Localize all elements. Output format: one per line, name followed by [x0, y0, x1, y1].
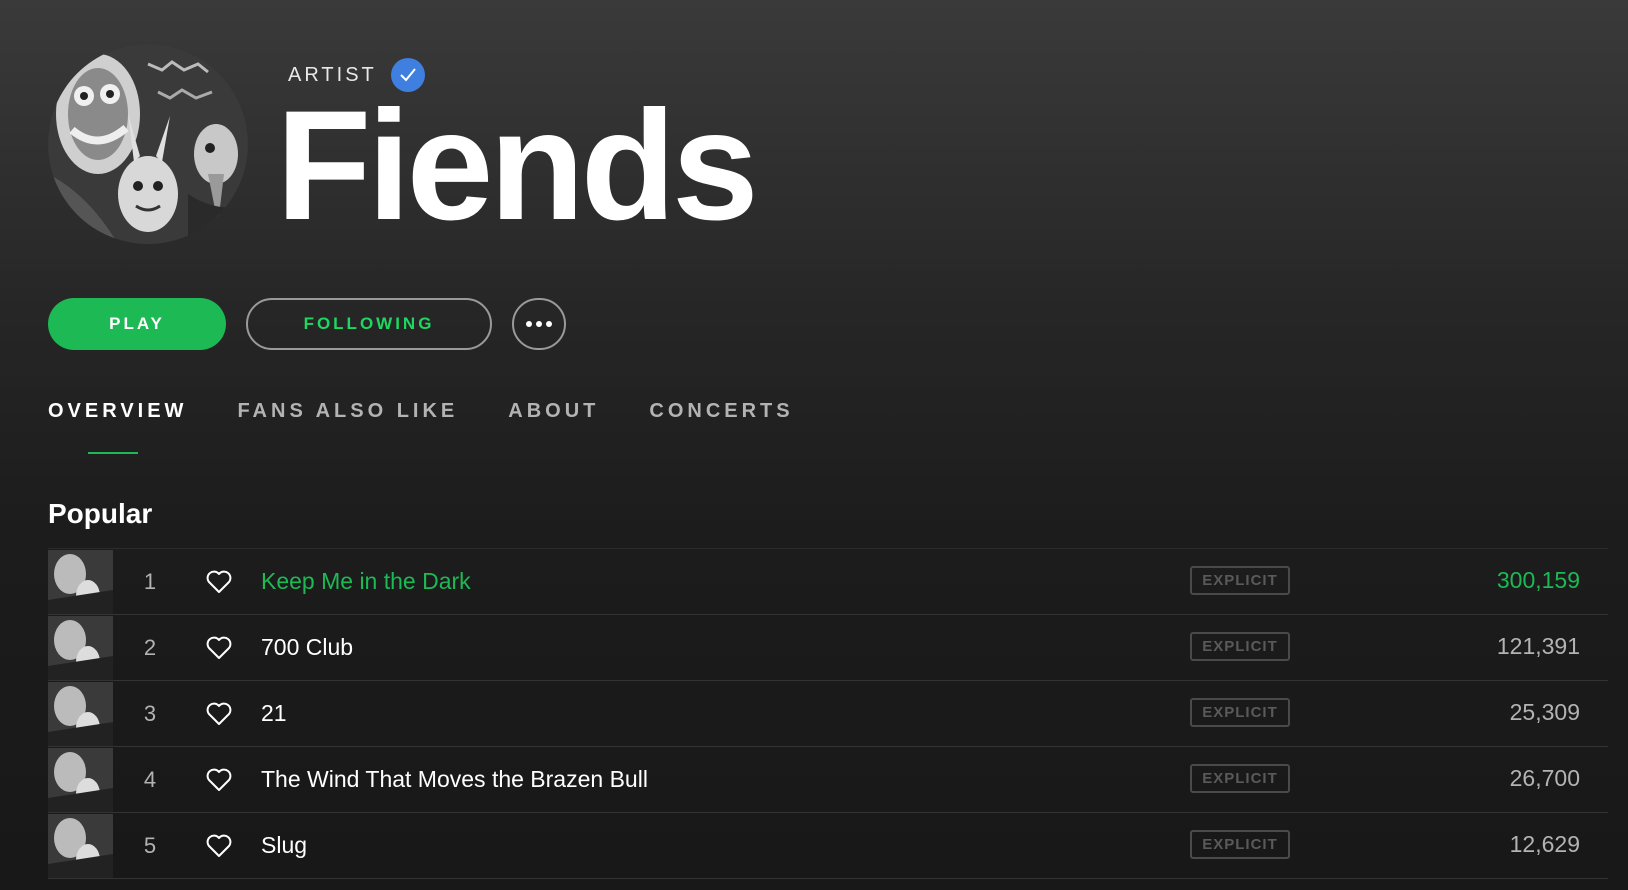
track-title[interactable]: 21	[261, 700, 1181, 727]
more-options-button[interactable]	[512, 298, 566, 350]
play-count: 121,391	[1496, 633, 1580, 659]
play-button[interactable]: PLAY	[48, 298, 226, 350]
explicit-badge: EXPLICIT	[1190, 764, 1290, 793]
album-art	[48, 813, 113, 878]
tab-overview[interactable]: OVERVIEW	[48, 400, 187, 454]
explicit-badge: EXPLICIT	[1190, 830, 1290, 859]
track-row[interactable]: 2 700 Club EXPLICIT 121,391	[48, 615, 1608, 681]
play-count: 26,700	[1509, 765, 1580, 791]
like-heart-icon[interactable]	[199, 570, 239, 594]
album-art	[48, 681, 113, 746]
popular-heading: Popular	[48, 498, 153, 529]
play-count: 300,159	[1496, 567, 1580, 593]
play-count: 25,309	[1509, 699, 1580, 725]
album-art	[48, 615, 113, 680]
track-title[interactable]: The Wind That Moves the Brazen Bull	[261, 766, 1181, 793]
track-title[interactable]: Slug	[261, 832, 1181, 859]
like-heart-icon[interactable]	[199, 768, 239, 792]
track-number: 4	[143, 766, 157, 792]
track-row[interactable]: 1 Keep Me in the Dark EXPLICIT 300,159	[48, 549, 1608, 615]
track-number: 1	[143, 568, 157, 594]
tab-fans-also-like[interactable]: FANS ALSO LIKE	[237, 400, 458, 423]
like-heart-icon[interactable]	[199, 702, 239, 726]
artist-tabs: OVERVIEW FANS ALSO LIKE ABOUT CONCERTS	[48, 400, 794, 454]
artist-avatar	[48, 44, 248, 244]
track-row[interactable]: 5 Slug EXPLICIT 12,629	[48, 813, 1608, 879]
track-row[interactable]: 3 21 EXPLICIT 25,309	[48, 681, 1608, 747]
track-number: 2	[143, 634, 157, 660]
tab-about[interactable]: ABOUT	[508, 400, 599, 423]
track-number: 5	[143, 832, 157, 858]
artist-name: Fiends	[276, 79, 759, 253]
following-button[interactable]: FOLLOWING	[246, 298, 492, 350]
explicit-badge: EXPLICIT	[1190, 698, 1290, 727]
explicit-badge: EXPLICIT	[1190, 632, 1290, 661]
track-number: 3	[143, 700, 157, 726]
explicit-badge: EXPLICIT	[1190, 566, 1290, 595]
play-count: 12,629	[1509, 831, 1580, 857]
more-options-icon	[526, 321, 552, 327]
track-title[interactable]: 700 Club	[261, 634, 1181, 661]
album-art	[48, 549, 113, 614]
tab-concerts[interactable]: CONCERTS	[649, 400, 793, 423]
track-row[interactable]: 4 The Wind That Moves the Brazen Bull EX…	[48, 747, 1608, 813]
like-heart-icon[interactable]	[199, 636, 239, 660]
popular-tracklist: 1 Keep Me in the Dark EXPLICIT 300,159 2…	[48, 548, 1608, 879]
album-art	[48, 747, 113, 812]
like-heart-icon[interactable]	[199, 834, 239, 858]
track-title[interactable]: Keep Me in the Dark	[261, 568, 1181, 595]
artist-image-icon	[48, 44, 248, 244]
